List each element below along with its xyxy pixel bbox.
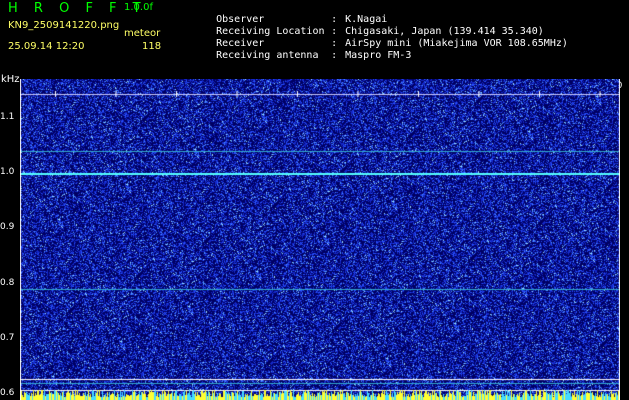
info-key: Receiver — [216, 38, 265, 49]
spectrogram-canvas — [20, 79, 620, 400]
y-tick-label: 0.9 — [0, 222, 15, 233]
y-unit-label: kHz — [1, 74, 20, 85]
y-tick-label: 0.7 — [0, 333, 15, 344]
y-tick-label: 0.8 — [0, 277, 15, 288]
meteor-label: meteor — [124, 28, 161, 39]
info-sep: : — [331, 38, 338, 49]
info-value: Chigasaki, Japan (139.414 35.340) — [345, 26, 544, 37]
info-sep: : — [331, 14, 338, 25]
station-info: Observer: K.Nagai Receiving Location: Chig… — [180, 2, 568, 61]
y-tick-label: 1.1 — [0, 111, 15, 122]
count-label: 118 — [142, 41, 162, 52]
info-sep: : — [331, 50, 338, 61]
app-version: 1.0.0f — [124, 2, 153, 13]
y-tick-label: 1.0 — [0, 167, 15, 178]
info-value: AirSpy mini (Miakejima VOR 108.65MHz) — [345, 38, 568, 49]
header-panel: H R O F F T 1.0.0f KN9_2509141220.png me… — [0, 0, 629, 72]
info-sep: : — [331, 26, 338, 37]
y-tick-label: 0.6 — [0, 388, 15, 399]
info-key: Observer — [216, 14, 265, 25]
info-value: K.Nagai — [345, 14, 388, 25]
datetime-label: 25.09.14 12:20 — [8, 41, 85, 52]
info-key: Receiving Location — [216, 26, 325, 37]
info-key: Receiving antenna — [216, 50, 319, 61]
info-value: Maspro FM-3 — [345, 50, 412, 61]
spectrogram-plot — [20, 79, 620, 400]
info-row-observer: Observer: K.Nagai — [180, 2, 568, 25]
filename-label: KN9_2509141220.png — [8, 20, 120, 31]
